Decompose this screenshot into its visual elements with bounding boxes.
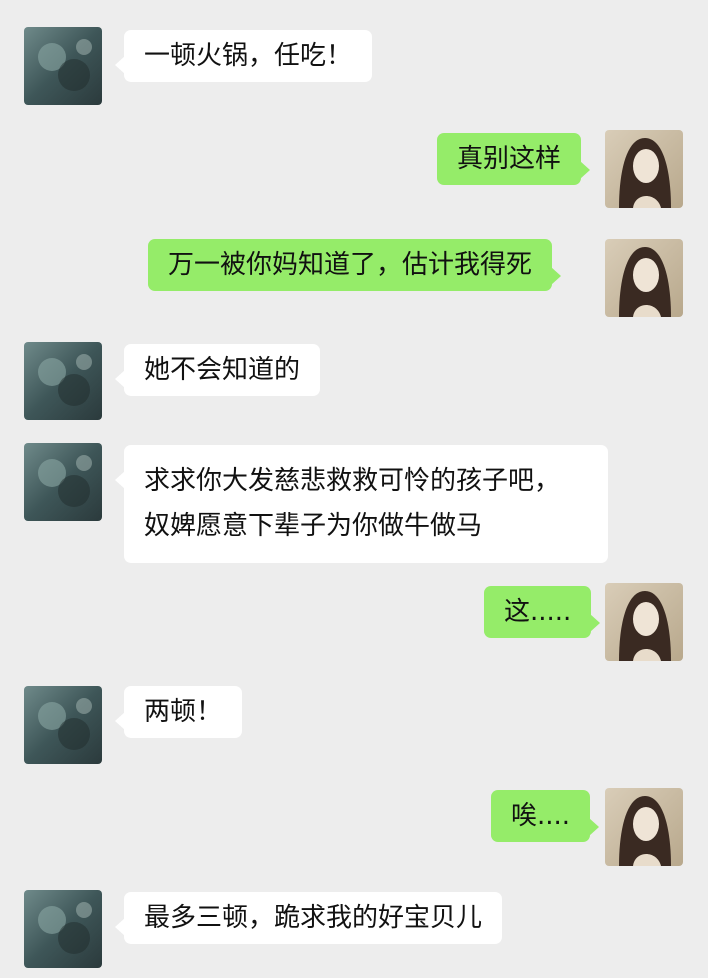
message-text: 一顿火锅，任吃！ [144,41,353,71]
message-text-line: 奴婢愿意下辈子为你做牛做马 [144,511,483,541]
message-bubble[interactable]: 唉.... [491,790,600,842]
message-bubble[interactable]: 一顿火锅，任吃！ [114,30,373,82]
message-text: 这..... [504,597,572,627]
landscape-avatar[interactable] [24,890,102,968]
message-text-line: 求求你大发慈悲救救可怜的孩子吧， [144,466,561,496]
message-bubble[interactable]: 求求你大发慈悲救救可怜的孩子吧， 奴婢愿意下辈子为你做牛做马 [115,445,608,563]
message-bubble[interactable]: 最多三顿，跪求我的好宝贝儿 [114,892,503,944]
landscape-avatar[interactable] [24,686,102,764]
message-bubble[interactable]: 万一被你妈知道了，估计我得死 [148,239,562,291]
message-bubble[interactable]: 这..... [484,586,601,638]
message-bubble[interactable]: 她不会知道的 [114,344,321,396]
woman-portrait-avatar[interactable] [605,239,683,317]
message-text: 真别这样 [457,144,562,174]
message-text: 唉.... [511,801,571,831]
landscape-avatar[interactable] [24,27,102,105]
message-text: 最多三顿，跪求我的好宝贝儿 [144,903,483,933]
landscape-avatar[interactable] [24,342,102,420]
woman-portrait-avatar[interactable] [605,788,683,866]
message-text: 万一被你妈知道了，估计我得死 [168,250,533,280]
message-bubble[interactable]: 两顿！ [114,686,243,738]
message-text: 两顿！ [144,697,223,727]
landscape-avatar[interactable] [24,443,102,521]
message-text: 她不会知道的 [144,355,301,385]
woman-portrait-avatar[interactable] [605,130,683,208]
message-bubble[interactable]: 真别这样 [437,133,591,185]
woman-portrait-avatar[interactable] [605,583,683,661]
